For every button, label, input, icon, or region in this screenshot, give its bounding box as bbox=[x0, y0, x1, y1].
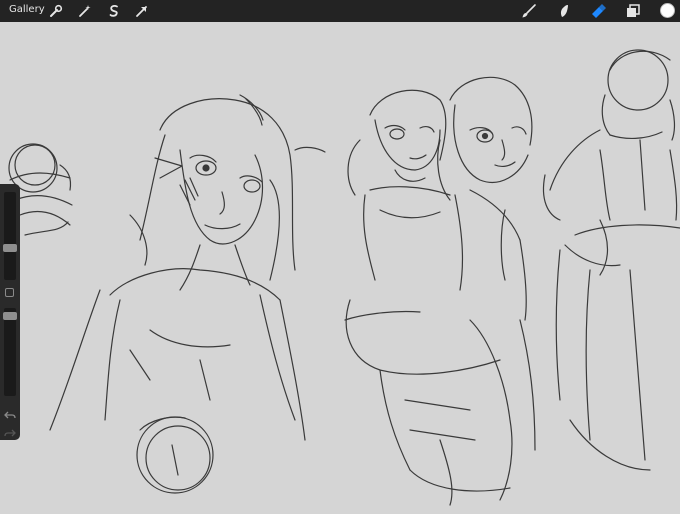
gallery-button[interactable]: Gallery bbox=[9, 4, 45, 15]
redo-icon[interactable] bbox=[4, 424, 16, 437]
top-toolbar: Gallery bbox=[0, 0, 680, 22]
sketch-figure-sitting bbox=[344, 89, 536, 506]
magic-wand-icon[interactable] bbox=[77, 3, 93, 19]
eraser-icon[interactable] bbox=[589, 2, 607, 20]
s-selection-icon[interactable] bbox=[106, 3, 122, 19]
opacity-slider[interactable] bbox=[3, 308, 17, 396]
layers-icon[interactable] bbox=[624, 2, 642, 20]
color-swatch[interactable] bbox=[660, 3, 675, 18]
opacity-thumb[interactable] bbox=[3, 312, 17, 320]
sketch-figure-portrait bbox=[49, 94, 326, 494]
undo-icon[interactable] bbox=[4, 406, 16, 419]
brush-icon[interactable] bbox=[520, 2, 538, 20]
smudge-icon[interactable] bbox=[555, 2, 573, 20]
brush-size-thumb[interactable] bbox=[3, 244, 17, 252]
arrow-cursor-icon[interactable] bbox=[134, 3, 150, 19]
wrench-icon[interactable] bbox=[48, 3, 64, 19]
brush-sidebar bbox=[0, 184, 20, 440]
sketch-figure-companion bbox=[437, 76, 533, 321]
sketch-figure-standing bbox=[542, 49, 680, 471]
sketch-artwork bbox=[8, 49, 680, 506]
modify-square-icon[interactable] bbox=[5, 288, 14, 297]
brush-size-slider[interactable] bbox=[3, 192, 17, 280]
drawing-canvas[interactable] bbox=[0, 22, 680, 510]
